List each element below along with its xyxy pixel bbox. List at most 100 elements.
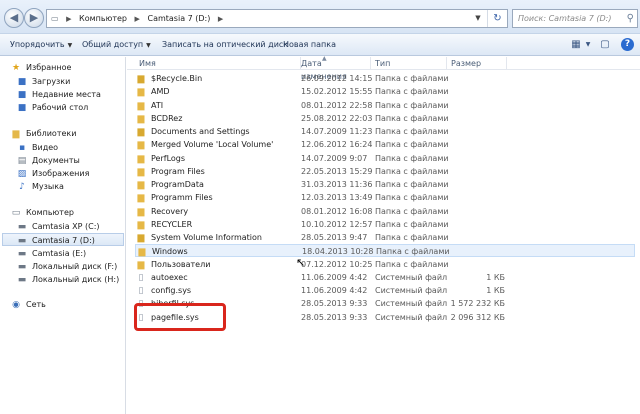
file-name-cell: ▆ Programm Files [135,191,295,204]
nav-music[interactable]: ♪ Музыка [16,180,64,193]
file-name: Program Files [151,166,205,176]
nav-network[interactable]: ◉ Сеть [10,298,46,311]
nav-pictures-label: Изображения [32,169,90,178]
new-folder-label: Новая папка [283,40,336,49]
nav-drive-c[interactable]: ▬ Camtasia XP (C:) [16,220,100,233]
file-type: Папка с файлами [375,180,449,189]
breadcrumb-separator-icon[interactable]: ▶ [135,15,140,23]
file-row[interactable]: ▆ PerfLogs 14.07.2009 9:07 Папка с файлами [135,152,635,165]
folder-icon: ▆ [138,247,146,258]
file-row[interactable]: ▆ AMD 15.02.2012 15:55 Папка с файлами [135,85,635,98]
file-name-cell: ▆ PerfLogs [135,152,295,165]
file-date: 15.02.2012 15:55 [301,87,373,97]
organize-button[interactable]: Упорядочить ▼ [10,34,72,55]
file-name: config.sys [151,286,192,295]
file-row[interactable]: ▆ Programm Files 12.03.2013 13:49 Папка с ф… [135,191,635,204]
file-size [450,85,505,98]
file-date: 10.10.2012 12:57 [301,219,373,229]
column-header-row: ▲ Имя Дата изменения Тип Размер [127,55,640,81]
nav-video[interactable]: ▪ Видео [16,141,58,154]
folder-icon: ▆ [137,100,145,111]
forward-button[interactable]: ▶ [24,8,44,28]
chevron-down-icon: ▼ [146,42,151,49]
file-size [450,205,505,218]
address-bar[interactable]: ▭ ▶ Компьютер ▶ Camtasia 7 (D:) ▶ ▼ ↻ [46,9,508,28]
nav-libraries[interactable]: ▆ Библиотеки [10,127,77,140]
refresh-button[interactable]: ↻ [487,10,507,27]
nav-documents[interactable]: ▤ Документы [16,154,80,167]
file-row[interactable]: ▆ ProgramData 31.03.2013 11:36 Папка с файл… [135,178,635,191]
network-icon: ◉ [12,300,20,310]
file-size [450,125,505,138]
file-row[interactable]: ▆ $Recycle.Bin 26.09.2012 14:15 Папка с фай… [135,72,635,85]
nav-drive-f[interactable]: ▬ Локальный диск (F:) [16,260,117,273]
breadcrumb-computer[interactable]: Компьютер [79,14,127,23]
file-name-cell: ▆ BCDRez [135,112,295,125]
file-type: Папка с файлами [375,87,449,97]
file-name-cell: ▆ System Volume Information [135,231,295,244]
nav-libraries-label: Библиотеки [26,129,77,138]
chevron-down-icon: ▼ [475,14,481,22]
refresh-icon: ↻ [493,13,502,24]
nav-desktop[interactable]: ■ Рабочий стол [16,101,89,114]
file-date: 18.04.2013 10:28 [302,247,374,257]
nav-pictures[interactable]: ▨ Изображения [16,167,90,180]
search-icon: ⚲ [626,13,634,24]
preview-pane-button[interactable]: ▢ [598,38,612,52]
column-header-type[interactable]: Тип [371,57,447,70]
address-history-dropdown[interactable]: ▼ [471,10,485,27]
file-row[interactable]: ▯ config.sys 11.06.2009 4:42 Системный файл… [135,284,635,297]
nav-drive-h[interactable]: ▬ Локальный диск (H:) [16,273,119,286]
back-button[interactable]: ◀ [4,8,24,28]
file-row[interactable]: ▆ Пользователи 07.12.2012 10:25 Папка с фай… [135,258,635,271]
locked-folder-icon: ▆ [137,127,145,137]
file-row[interactable]: ▆ RECYCLER 10.10.2012 12:57 Папка с файлами [135,218,635,231]
file-type: Папка с файлами [375,233,449,242]
view-options-button[interactable]: ▦ [568,38,584,52]
help-button[interactable]: ? [621,38,634,51]
breadcrumb-separator-icon[interactable]: ▶ [66,15,71,23]
locked-folder-icon: ▆ [137,74,145,84]
view-dropdown[interactable]: ▼ [584,38,592,52]
file-date: 12.03.2013 13:49 [301,193,373,203]
file-row[interactable]: ▆ Windows 18.04.2013 10:28 Папка с файлами [135,244,635,258]
column-header-size[interactable]: Размер [447,57,507,70]
folder-icon: ▆ [137,193,145,204]
file-date: 14.07.2009 9:07 [301,153,368,163]
file-name-cell: ▆ Пользователи [135,258,295,271]
file-row[interactable]: ▆ Recovery 08.01.2012 16:08 Папка с файлами [135,205,635,218]
file-row[interactable]: ▆ Merged Volume 'Local Volume' 12.06.2012 … [135,138,635,151]
file-name-cell: ▆ $Recycle.Bin [135,72,295,85]
nav-computer-label: Компьютер [26,208,74,217]
file-row[interactable]: ▆ Program Files 22.05.2013 15:29 Папка с фа… [135,165,635,178]
nav-drive-e[interactable]: ▬ Camtasia (E:) [16,247,86,260]
column-header-name[interactable]: Имя [135,57,301,70]
file-type: Папка с файлами [375,127,449,136]
column-header-date[interactable]: Дата изменения [297,57,371,81]
file-row[interactable]: ▆ Documents and Settings 14.07.2009 11:23 П… [135,125,635,138]
nav-recent[interactable]: ■ Недавние места [16,88,101,101]
file-row[interactable]: ▆ ATI 08.01.2012 22:58 Папка с файлами [135,99,635,112]
nav-favorites[interactable]: ★ Избранное [10,61,71,74]
nav-drive-d[interactable]: ▬ Camtasia 7 (D:) [2,233,124,246]
chevron-down-icon: ▼ [67,42,73,49]
new-folder-button[interactable]: Новая папка [283,34,336,55]
share-button[interactable]: Общий доступ ▼ [82,34,151,55]
file-row[interactable]: ▆ System Volume Information 28.05.2013 9:4… [135,231,635,244]
file-type: Папка с файлами [375,74,449,83]
folder-icon: ▆ [137,180,145,190]
nav-computer[interactable]: ▭ Компьютер [10,206,74,219]
burn-button[interactable]: Записать на оптический диск [162,34,288,55]
file-size [450,258,505,271]
preview-pane-icon: ▢ [600,39,610,50]
search-input[interactable]: Поиск: Camtasia 7 (D:) ⚲ [512,9,638,28]
file-row[interactable]: ▯ autoexec 11.06.2009 4:42 Системный файл 1 … [135,271,635,284]
breadcrumb-separator-icon[interactable]: ▶ [218,15,223,23]
locked-folder-icon: ▆ [137,233,145,243]
nav-downloads[interactable]: ■ Загрузки [16,75,71,88]
breadcrumb-drive[interactable]: Camtasia 7 (D:) [147,14,210,23]
file-date: 25.08.2012 22:03 [301,113,373,123]
navigation-pane: ★ Избранное ■ Загрузки ■ Недавние места ■ Ра… [0,57,126,414]
file-row[interactable]: ▆ BCDRez 25.08.2012 22:03 Папка с файлами [135,112,635,125]
file-type: Папка с файлами [375,113,449,123]
